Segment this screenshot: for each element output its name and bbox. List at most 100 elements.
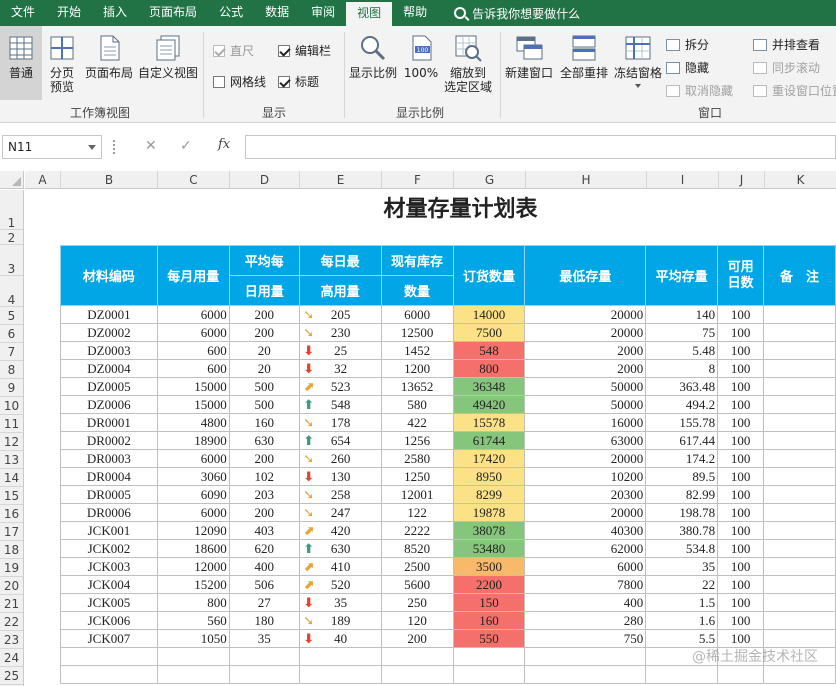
insert-function-button[interactable]: fx xyxy=(218,137,230,152)
cell-avg-daily[interactable]: 180 xyxy=(228,611,300,630)
cell-order[interactable]: 14000 xyxy=(452,305,526,324)
cell-stock[interactable]: 6000 xyxy=(380,305,454,324)
cell-avg-daily[interactable]: 102 xyxy=(228,467,300,486)
cell-max-daily[interactable]: ➘ 230 xyxy=(298,323,382,342)
cell-max-daily[interactable]: ⬇ 130 xyxy=(298,467,382,486)
cell-avg-stock[interactable]: 617.44 xyxy=(645,431,719,450)
cell-days[interactable]: 100 xyxy=(717,359,765,378)
cell-avg-stock[interactable]: 82.99 xyxy=(645,485,719,504)
cell-avg-daily[interactable]: 200 xyxy=(228,503,300,522)
cell-stock[interactable]: 122 xyxy=(380,503,454,522)
worksheet-grid[interactable]: 材量存量计划表 材料编码 每月用量 平均每 每日最 现有库存 订货数量 最低存量… xyxy=(25,190,836,686)
cell-stock[interactable]: 1452 xyxy=(380,341,454,360)
cell-min-stock[interactable]: 20000 xyxy=(524,305,647,324)
cell-note[interactable] xyxy=(763,449,836,468)
cell-min-stock[interactable]: 10200 xyxy=(524,467,647,486)
ribbon-tab[interactable]: 审阅 xyxy=(300,0,346,26)
cell-days[interactable]: 100 xyxy=(717,449,765,468)
cancel-entry-button[interactable]: ✕ xyxy=(145,138,157,154)
cell-code[interactable]: JCK005 xyxy=(60,593,158,612)
cell-max-daily[interactable]: ⬇ 35 xyxy=(298,593,382,612)
cell-max-daily[interactable]: ➘ 178 xyxy=(298,413,382,432)
cell-days[interactable]: 100 xyxy=(717,413,765,432)
cell-max-daily[interactable]: ⬇ 25 xyxy=(298,341,382,360)
cell-days[interactable]: 100 xyxy=(717,341,765,360)
ribbon-tab[interactable]: 开始 xyxy=(46,0,92,26)
cell-order[interactable]: 150 xyxy=(452,593,526,612)
cell-min-stock[interactable]: 62000 xyxy=(524,539,647,558)
column-header[interactable]: B xyxy=(61,171,158,189)
cell-code[interactable]: JCK006 xyxy=(60,611,158,630)
ribbon-tab[interactable]: 页面布局 xyxy=(138,0,208,26)
cell-note[interactable] xyxy=(763,485,836,504)
cell-stock[interactable]: 5600 xyxy=(380,575,454,594)
empty-cell[interactable] xyxy=(60,665,158,684)
new-window-button[interactable]: 新建窗口 xyxy=(503,34,555,80)
unhide-button[interactable]: 取消隐藏 xyxy=(666,82,733,99)
cell-monthly[interactable]: 6000 xyxy=(156,449,230,468)
cell-code[interactable]: DR0002 xyxy=(60,431,158,450)
cell-max-daily[interactable]: ⬇ 40 xyxy=(298,629,382,648)
cell-days[interactable]: 100 xyxy=(717,503,765,522)
cell-max-daily[interactable]: ⬈ 420 xyxy=(298,521,382,540)
cell-stock[interactable]: 8520 xyxy=(380,539,454,558)
cell-monthly[interactable]: 12000 xyxy=(156,557,230,576)
cell-max-daily[interactable]: ➘ 260 xyxy=(298,449,382,468)
cell-monthly[interactable]: 6090 xyxy=(156,485,230,504)
cell-avg-stock[interactable]: 534.8 xyxy=(645,539,719,558)
cell-monthly[interactable]: 15200 xyxy=(156,575,230,594)
cell-note[interactable] xyxy=(763,557,836,576)
row-header[interactable]: 1 xyxy=(0,190,23,230)
cell-note[interactable] xyxy=(763,377,836,396)
cell-min-stock[interactable]: 20000 xyxy=(524,503,647,522)
formula-bar-checkbox[interactable]: 编辑栏 xyxy=(278,42,331,59)
cell-min-stock[interactable]: 2000 xyxy=(524,341,647,360)
cell-min-stock[interactable]: 20300 xyxy=(524,485,647,504)
cell-stock[interactable]: 120 xyxy=(380,611,454,630)
cell-code[interactable]: DZ0001 xyxy=(60,305,158,324)
cell-monthly[interactable]: 600 xyxy=(156,341,230,360)
cell-days[interactable]: 100 xyxy=(717,323,765,342)
cell-monthly[interactable]: 560 xyxy=(156,611,230,630)
cell-avg-stock[interactable]: 8 xyxy=(645,359,719,378)
cell-avg-daily[interactable]: 27 xyxy=(228,593,300,612)
cell-avg-daily[interactable]: 160 xyxy=(228,413,300,432)
cell-code[interactable]: DZ0003 xyxy=(60,341,158,360)
split-button[interactable]: 拆分 xyxy=(666,36,709,53)
cell-note[interactable] xyxy=(763,413,836,432)
cell-stock[interactable]: 200 xyxy=(380,629,454,648)
row-header[interactable]: 8 xyxy=(0,361,23,379)
column-header[interactable]: F xyxy=(382,171,454,189)
cell-avg-stock[interactable]: 35 xyxy=(645,557,719,576)
cell-min-stock[interactable]: 750 xyxy=(524,629,647,648)
cell-order[interactable]: 8299 xyxy=(452,485,526,504)
column-header[interactable]: D xyxy=(230,171,300,189)
cell-days[interactable]: 100 xyxy=(717,593,765,612)
cell-max-daily[interactable]: ⬆ 548 xyxy=(298,395,382,414)
cell-max-daily[interactable]: ⬆ 630 xyxy=(298,539,382,558)
cell-note[interactable] xyxy=(763,359,836,378)
cell-order[interactable]: 160 xyxy=(452,611,526,630)
column-header[interactable]: E xyxy=(300,171,382,189)
cell-avg-stock[interactable]: 22 xyxy=(645,575,719,594)
cell-order[interactable]: 38078 xyxy=(452,521,526,540)
cell-order[interactable]: 800 xyxy=(452,359,526,378)
cell-order[interactable]: 2200 xyxy=(452,575,526,594)
cell-avg-stock[interactable]: 1.6 xyxy=(645,611,719,630)
row-header[interactable]: 3 xyxy=(0,245,23,276)
cell-order[interactable]: 550 xyxy=(452,629,526,648)
cell-days[interactable]: 100 xyxy=(717,377,765,396)
cell-stock[interactable]: 13652 xyxy=(380,377,454,396)
cell-monthly[interactable]: 12090 xyxy=(156,521,230,540)
cell-note[interactable] xyxy=(763,593,836,612)
cell-avg-stock[interactable]: 380.78 xyxy=(645,521,719,540)
cell-order[interactable]: 61744 xyxy=(452,431,526,450)
hide-button[interactable]: 隐藏 xyxy=(666,59,709,76)
cell-monthly[interactable]: 800 xyxy=(156,593,230,612)
cell-avg-daily[interactable]: 630 xyxy=(228,431,300,450)
cell-monthly[interactable]: 6000 xyxy=(156,503,230,522)
ribbon-tab[interactable]: 数据 xyxy=(254,0,300,26)
row-header[interactable]: 5 xyxy=(0,307,23,325)
cell-note[interactable] xyxy=(763,611,836,630)
row-header[interactable]: 11 xyxy=(0,415,23,433)
